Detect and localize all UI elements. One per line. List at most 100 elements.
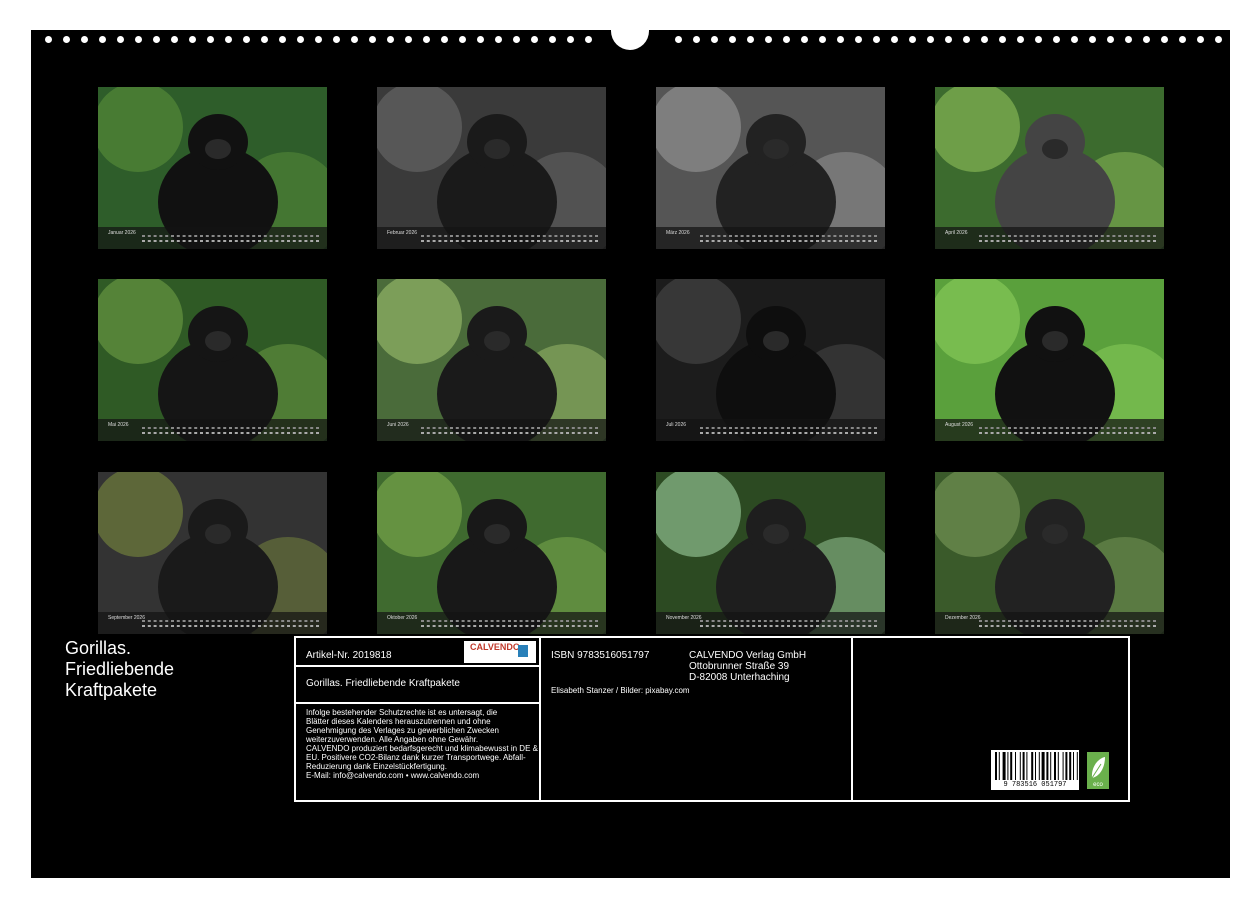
month-calendar-strip: Januar 2026 (98, 227, 327, 249)
month-photo: Februar 2026 (377, 87, 606, 249)
month-label: Oktober 2026 (387, 615, 418, 621)
month-label: April 2026 (945, 230, 968, 236)
binding-hole (171, 36, 178, 43)
binding-hole (315, 36, 322, 43)
binding-hole (945, 36, 952, 43)
eco-label: eco (1093, 782, 1103, 788)
binding-hole (387, 36, 394, 43)
calvendo-logo: CALVENDO (464, 641, 536, 663)
day-grid (979, 620, 1156, 627)
binding-hole (1089, 36, 1096, 43)
gorilla-photo-icon (377, 279, 606, 441)
eco-badge: eco (1087, 752, 1109, 789)
binding-hole (513, 36, 520, 43)
month-label: Februar 2026 (387, 230, 418, 236)
legal-line: Infolge bestehender Schutzrechte ist es … (306, 708, 498, 717)
day-grid (421, 427, 598, 434)
month-calendar-strip: April 2026 (935, 227, 1164, 249)
binding-hole (405, 36, 412, 43)
isbn: ISBN 9783516051797 (551, 650, 650, 661)
month-photo: Oktober 2026 (377, 472, 606, 634)
binding-hole (135, 36, 142, 43)
binding-hole (837, 36, 844, 43)
month-label: Juli 2026 (666, 422, 687, 428)
publisher-info-box: Artikel-Nr. 2019818 CALVENDO Gorillas. F… (294, 636, 1130, 802)
month-photo: August 2026 (935, 279, 1164, 441)
gorilla-photo-icon (656, 472, 885, 634)
month-calendar-strip: Juni 2026 (377, 419, 606, 441)
binding-hole (459, 36, 466, 43)
publisher-address: CALVENDO Verlag GmbH Ottobrunner Straße … (689, 650, 806, 683)
title-line-3: Kraftpakete (65, 680, 158, 700)
binding-hole (477, 36, 484, 43)
binding-hole (1125, 36, 1132, 43)
month-calendar-strip: September 2026 (98, 612, 327, 634)
gorilla-photo-icon (98, 472, 327, 634)
binding-hole (711, 36, 718, 43)
day-grid (421, 620, 598, 627)
binding-hole (81, 36, 88, 43)
legal-line: Blätter dieses Kalenders herauszutrennen… (306, 717, 491, 726)
calendar-title: Gorillas. Friedliebende Kraftpakete (65, 638, 174, 701)
month-photo: Mai 2026 (98, 279, 327, 441)
month-photo: November 2026 (656, 472, 885, 634)
product-title: Gorillas. Friedliebende Kraftpakete (306, 678, 460, 689)
month-label: November 2026 (666, 615, 702, 621)
day-grid (979, 427, 1156, 434)
binding-hole (333, 36, 340, 43)
month-label: Mai 2026 (108, 422, 129, 428)
binding-hole (999, 36, 1006, 43)
publisher-line: CALVENDO Verlag GmbH (689, 650, 807, 661)
binding-hole (63, 36, 70, 43)
binding-hole (153, 36, 160, 43)
binding-hole (675, 36, 682, 43)
month-calendar-strip: März 2026 (656, 227, 885, 249)
day-grid (979, 235, 1156, 242)
title-line-2: Friedliebende (65, 659, 175, 679)
month-calendar-strip: Dezember 2026 (935, 612, 1164, 634)
month-photo: April 2026 (935, 87, 1164, 249)
binding-hole (243, 36, 250, 43)
binding-hole (729, 36, 736, 43)
binding-hole (297, 36, 304, 43)
month-calendar-strip: Februar 2026 (377, 227, 606, 249)
publisher-line: Ottobrunner Straße 39 (689, 661, 790, 672)
binding-hole (279, 36, 286, 43)
binding-hole (567, 36, 574, 43)
day-grid (142, 620, 319, 627)
month-photo: Dezember 2026 (935, 472, 1164, 634)
month-calendar-strip: November 2026 (656, 612, 885, 634)
binding-hole (963, 36, 970, 43)
binding-hole (801, 36, 808, 43)
binding-hole (1071, 36, 1078, 43)
binding-hole (1053, 36, 1060, 43)
day-grid (700, 427, 877, 434)
binding-hole (855, 36, 862, 43)
legal-line: weiterzuverwenden. Alle Angaben ohne Gew… (306, 735, 479, 744)
binding-hole (909, 36, 916, 43)
month-label: Dezember 2026 (945, 615, 981, 621)
gorilla-photo-icon (377, 87, 606, 249)
month-label: September 2026 (108, 615, 145, 621)
legal-line: Genehmigung des Verlages zu gewerblichen… (306, 726, 500, 735)
day-grid (700, 620, 877, 627)
binding-hole (891, 36, 898, 43)
month-calendar-strip: Juli 2026 (656, 419, 885, 441)
binding-hole (585, 36, 592, 43)
month-calendar-strip: August 2026 (935, 419, 1164, 441)
binding-hole (1107, 36, 1114, 43)
info-left-column: Artikel-Nr. 2019818 CALVENDO Gorillas. F… (296, 638, 541, 802)
binding-hole (351, 36, 358, 43)
gorilla-photo-icon (656, 87, 885, 249)
binding-hole (747, 36, 754, 43)
binding-hole (819, 36, 826, 43)
month-label: Juni 2026 (387, 422, 409, 428)
isbn-barcode: 9 783516 051797 (991, 750, 1079, 790)
gorilla-photo-icon (377, 472, 606, 634)
month-label: August 2026 (945, 422, 974, 428)
month-photo: Juli 2026 (656, 279, 885, 441)
binding-hole (1035, 36, 1042, 43)
legal-line: E-Mail: info@calvendo.com • www.calvendo… (306, 771, 480, 780)
gorilla-photo-icon (935, 279, 1164, 441)
binding-hole (693, 36, 700, 43)
